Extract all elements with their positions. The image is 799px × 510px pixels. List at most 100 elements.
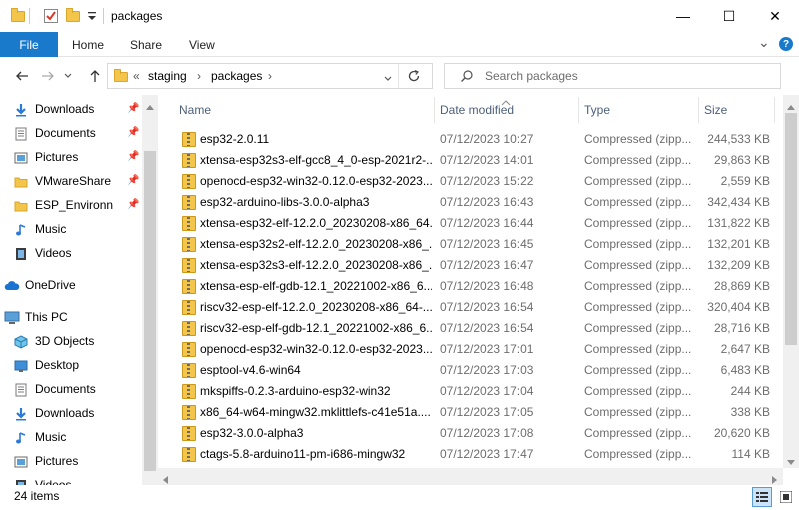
address-bar[interactable]: « staging › packages › [107,63,433,89]
file-row[interactable]: xtensa-esp32-elf-12.2.0_20230208-x86_64.… [158,213,783,234]
properties-checkmark-icon[interactable] [43,8,59,24]
file-row[interactable]: xtensa-esp32s3-elf-12.2.0_20230208-x86_.… [158,255,783,276]
column-header-type[interactable]: Type [584,95,610,125]
scroll-up-icon[interactable] [146,99,154,113]
recent-locations-button[interactable] [62,66,74,86]
sidebar-item[interactable]: OneDrive [0,274,145,298]
back-arrow-icon [16,71,28,81]
file-row[interactable]: esp32-arduino-libs-3.0.0-alpha3 07/12/202… [158,192,783,213]
maximize-button[interactable]: ☐ [706,0,752,32]
tab-view[interactable]: View [189,32,215,57]
up-arrow-icon [90,70,100,82]
sidebar-item[interactable]: Downloads 📌 [0,98,145,122]
forward-button[interactable] [38,66,58,86]
column-header-size[interactable]: Size [704,95,727,125]
file-row[interactable]: esp32-3.0.0-alpha3 07/12/2023 17:08 Compre… [158,423,783,444]
sidebar-item-label: Desktop [35,358,80,372]
up-button[interactable] [85,66,105,86]
sidebar-item[interactable]: Downloads [0,402,145,426]
sidebar-item[interactable]: Pictures [0,450,145,474]
file-row[interactable]: x86_64-w64-mingw32.mklittlefs-c41e51a...… [158,402,783,423]
ribbon-expand-icon[interactable]: ⌄ [758,34,770,51]
help-icon[interactable]: ? [779,37,793,51]
file-row[interactable]: openocd-esp32-win32-0.12.0-esp32-2023...… [158,339,783,360]
sidebar-item[interactable]: Videos [0,242,145,266]
close-button[interactable]: ✕ [752,0,798,32]
tab-share[interactable]: Share [130,32,162,57]
breadcrumb-separator[interactable]: › [268,69,272,83]
zip-folder-icon [182,384,196,399]
file-row[interactable]: esptool-v4.6-win64 07/12/2023 17:03 Compre… [158,360,783,381]
column-separator[interactable] [698,97,699,123]
sidebar-item-label: 3D Objects [35,334,95,348]
column-separator[interactable] [774,97,775,123]
refresh-icon[interactable] [407,69,421,86]
sidebar-item[interactable]: VMwareShare 📌 [0,170,145,194]
column-separator[interactable] [578,97,579,123]
sidebar-item-label: Music [35,430,67,444]
file-type: Compressed (zipp... [584,300,692,314]
large-icons-view-icon[interactable] [776,487,796,507]
search-box[interactable]: Search packages [444,63,781,89]
quick-access-dropdown-icon[interactable] [86,8,102,24]
sidebar-item[interactable]: 3D Objects [0,330,145,354]
details-view-icon[interactable] [752,487,772,507]
sidebar-item[interactable]: Documents [0,378,145,402]
breadcrumb-overflow[interactable]: « [133,69,140,83]
sidebar-item[interactable]: Pictures 📌 [0,146,145,170]
sidebar-item[interactable]: Music [0,218,145,242]
sidebar-item-label: Documents [35,382,96,396]
file-row[interactable]: riscv32-esp-elf-12.2.0_20230208-x86_64-.… [158,297,783,318]
desktop-icon [14,359,28,373]
sidebar-item[interactable]: Desktop [0,354,145,378]
scroll-up-icon[interactable] [787,99,795,113]
file-size: 244 KB [730,384,770,398]
navigation-scroll-thumb[interactable] [144,151,156,471]
address-dropdown-icon[interactable] [384,72,392,86]
download-arrow-icon [14,407,28,421]
file-row[interactable]: mkspiffs-0.2.3-arduino-esp32-win32 07/12/… [158,381,783,402]
file-date: 07/12/2023 16:54 [440,321,534,335]
file-size: 2,559 KB [720,174,770,188]
sidebar-item-label: ESP_Environn [35,198,114,212]
minimize-button[interactable]: — [660,0,706,32]
scroll-down-icon[interactable] [787,455,795,469]
back-button[interactable] [12,66,32,86]
column-header-date[interactable]: Date modified [440,95,514,125]
file-list-scroll-thumb[interactable] [785,113,797,345]
file-row[interactable]: xtensa-esp-elf-gdb-12.1_20221002-x86_6..… [158,276,783,297]
column-separator[interactable] [434,97,435,123]
file-row[interactable]: xtensa-esp32s3-elf-gcc8_4_0-esp-2021r2-.… [158,150,783,171]
zip-folder-icon [182,132,196,147]
file-row[interactable]: openocd-esp32-win32-0.12.0-esp32-2023...… [158,171,783,192]
search-input[interactable]: Search packages [485,69,578,83]
tab-home[interactable]: Home [72,32,104,57]
sidebar-item[interactable]: Documents 📌 [0,122,145,146]
file-list-scrollbar[interactable] [783,95,799,468]
file-row[interactable]: xtensa-esp32s2-elf-12.2.0_20230208-x86_.… [158,234,783,255]
sidebar-item[interactable]: Music [0,426,145,450]
file-row[interactable]: riscv32-esp-elf-gdb-12.1_20221002-x86_6.… [158,318,783,339]
zip-folder-icon [182,153,196,168]
zip-folder-icon [182,300,196,315]
file-size: 28,716 KB [713,321,770,335]
window-title: packages [111,9,163,23]
horizontal-scrollbar[interactable] [158,468,783,485]
file-row[interactable]: ctags-5.8-arduino11-pm-i686-mingw32 07/12… [158,444,783,465]
navigation-scrollbar[interactable] [142,95,158,485]
file-date: 07/12/2023 17:01 [440,342,534,356]
zip-folder-icon [182,363,196,378]
column-header-name[interactable]: Name [179,95,211,125]
breadcrumb-separator[interactable]: › [197,69,201,83]
file-name: xtensa-esp32s3-elf-12.2.0_20230208-x86_.… [200,258,432,272]
file-type: Compressed (zipp... [584,258,692,272]
breadcrumb-packages[interactable]: packages [211,69,262,83]
new-folder-icon[interactable] [66,8,82,24]
file-tab[interactable]: File [0,32,58,57]
sidebar-item[interactable]: Videos [0,474,145,485]
file-row[interactable]: esp32-2.0.11 07/12/2023 10:27 Compressed (… [158,129,783,150]
breadcrumb-staging[interactable]: staging [148,69,187,83]
sidebar-item[interactable]: This PC [0,306,145,330]
sidebar-item[interactable]: ESP_Environn 📌 [0,194,145,218]
sidebar-item-label: Videos [35,478,72,485]
